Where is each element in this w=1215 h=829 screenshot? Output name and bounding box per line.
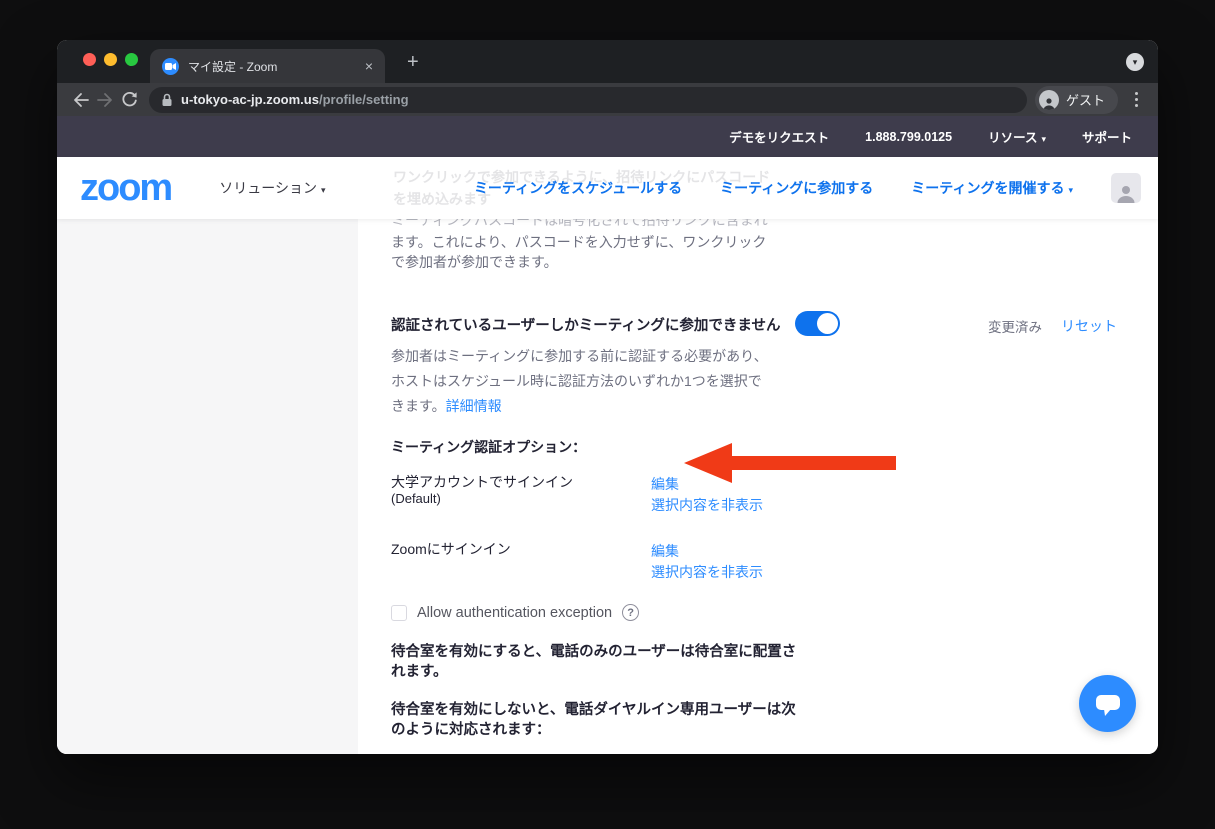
tab-title: マイ設定 - Zoom — [188, 58, 365, 75]
clipped-text-line: ミーティングパスコードは暗号化されて招待リンクに含まれ — [391, 219, 1158, 229]
red-annotation-arrow — [684, 443, 896, 483]
settings-sidebar — [57, 219, 358, 754]
chevron-down-icon: ▾ — [1068, 185, 1073, 195]
zoom-favicon-icon — [162, 58, 179, 75]
modified-badge: 変更済み — [988, 316, 1042, 336]
join-meeting-link[interactable]: ミーティングに参加する — [720, 178, 873, 198]
new-tab-button[interactable]: + — [407, 51, 419, 74]
url-bar[interactable]: u-tokyo-ac-jp.zoom.us/profile/setting — [149, 87, 1027, 113]
person-icon — [1039, 90, 1059, 110]
profile-avatar[interactable] — [1111, 173, 1141, 203]
fullscreen-window-button[interactable] — [125, 53, 138, 66]
auth-option-default-tag: (Default) — [391, 491, 651, 507]
tab-search-chevron-icon[interactable]: ▾ — [1126, 53, 1144, 71]
hide-selection-link[interactable]: 選択内容を非表示 — [651, 562, 763, 583]
chat-bubble-icon — [1093, 690, 1123, 718]
window-controls — [83, 53, 138, 66]
page-content: ミーティングパスコードは暗号化されて招待リンクに含まれ ます。これにより、パスコ… — [57, 219, 1158, 754]
auth-option-row: Zoomにサインイン 編集 選択内容を非表示 — [391, 541, 1158, 583]
back-icon[interactable] — [69, 88, 93, 112]
forward-icon[interactable] — [93, 88, 117, 112]
guest-profile-button[interactable]: ゲスト — [1035, 86, 1118, 114]
hide-selection-link[interactable]: 選択内容を非表示 — [651, 495, 763, 516]
tab-close-icon[interactable]: × — [365, 59, 373, 73]
auth-setting-block: 認証されているユーザーしかミーティングに参加できません 変更済み リセット 参加… — [391, 314, 1158, 754]
waiting-room-note-2: 待合室を有効にしないと、電話ダイヤルイン専用ユーザーは次 のように対応されます： — [391, 700, 1158, 740]
close-window-button[interactable] — [83, 53, 96, 66]
minimize-window-button[interactable] — [104, 53, 117, 66]
guest-label: ゲスト — [1066, 90, 1105, 109]
chevron-down-icon: ▾ — [321, 185, 326, 195]
reload-icon[interactable] — [117, 88, 141, 112]
support-link[interactable]: サポート — [1082, 127, 1132, 146]
browser-menu-icon[interactable] — [1126, 92, 1146, 107]
solutions-dropdown[interactable]: ソリューション▾ — [219, 178, 325, 198]
browser-toolbar: u-tokyo-ac-jp.zoom.us/profile/setting ゲス… — [57, 83, 1158, 116]
exception-checkbox[interactable] — [391, 605, 407, 621]
passcode-description: ます。これにより、パスコードを入力せずに、ワンクリック で参加者が参加できます。 — [391, 232, 1158, 272]
url-domain: u-tokyo-ac-jp.zoom.us — [181, 92, 319, 107]
lock-icon — [161, 93, 173, 107]
request-demo-link[interactable]: デモをリクエスト — [729, 127, 829, 146]
phone-number: 1.888.799.0125 — [865, 130, 952, 144]
header-nav: ミーティングをスケジュールする ミーティングに参加する ミーティングを開催する▾ — [474, 173, 1158, 203]
auth-option-label: Zoomにサインイン — [391, 541, 651, 558]
resources-dropdown[interactable]: リソース▾ — [988, 127, 1046, 146]
waiting-room-note-1: 待合室を有効にすると、電話のみのユーザーは待合室に配置さ れます。 — [391, 642, 1158, 682]
auth-option-label: 大学アカウントでサインイン — [391, 474, 651, 491]
auth-exception-row: Allow authentication exception ? — [391, 604, 1158, 621]
site-top-navbar: デモをリクエスト 1.888.799.0125 リソース▾ サポート — [57, 116, 1158, 157]
chevron-down-icon: ▾ — [1041, 134, 1046, 144]
reset-link[interactable]: リセット — [1061, 316, 1117, 336]
setting-description: 参加者はミーティングに参加する前に認証する必要があり、 ホストはスケジュール時に… — [391, 344, 1158, 419]
auth-toggle[interactable] — [795, 311, 840, 336]
edit-link[interactable]: 編集 — [651, 541, 763, 562]
desktop-background: マイ設定 - Zoom × + ▾ u-tokyo-ac-jp.zoom.us/… — [0, 0, 1215, 829]
exception-label: Allow authentication exception — [417, 605, 612, 621]
zoom-logo[interactable]: zoom — [80, 169, 171, 207]
settings-main-panel: ミーティングパスコードは暗号化されて招待リンクに含まれ ます。これにより、パスコ… — [358, 219, 1158, 754]
browser-window: マイ設定 - Zoom × + ▾ u-tokyo-ac-jp.zoom.us/… — [57, 40, 1158, 754]
url-path: /profile/setting — [319, 92, 409, 107]
browser-tab-active[interactable]: マイ設定 - Zoom × — [150, 49, 385, 83]
host-meeting-dropdown[interactable]: ミーティングを開催する▾ — [911, 178, 1073, 198]
help-icon[interactable]: ? — [622, 604, 639, 621]
chat-fab-button[interactable] — [1079, 675, 1136, 732]
browser-tabstrip: マイ設定 - Zoom × + ▾ — [57, 40, 1158, 83]
schedule-meeting-link[interactable]: ミーティングをスケジュールする — [474, 178, 682, 198]
learn-more-link[interactable]: 詳細情報 — [446, 398, 502, 414]
site-header: ワンクリックで参加できるように、招待リンクにパスコード を埋め込みます zoom… — [57, 157, 1158, 219]
setting-title: 認証されているユーザーしかミーティングに参加できません — [391, 314, 791, 335]
